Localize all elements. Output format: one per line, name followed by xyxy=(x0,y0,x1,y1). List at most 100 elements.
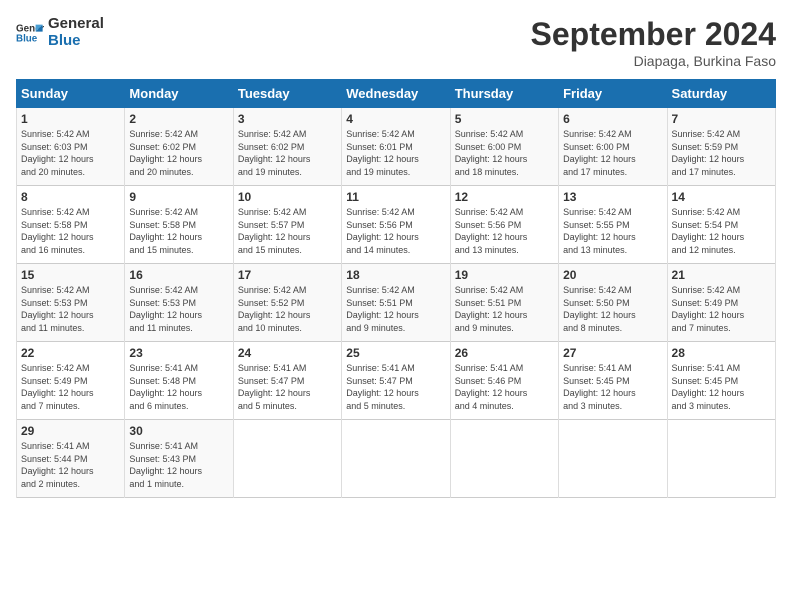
cell-info: Sunrise: 5:42 AM Sunset: 5:51 PM Dayligh… xyxy=(346,284,445,334)
col-saturday: Saturday xyxy=(667,80,775,108)
day-number: 21 xyxy=(672,268,771,282)
calendar-cell: 5 Sunrise: 5:42 AM Sunset: 6:00 PM Dayli… xyxy=(450,108,558,186)
day-number: 8 xyxy=(21,190,120,204)
header: General Blue General Blue September 2024… xyxy=(16,16,776,69)
calendar-cell: 8 Sunrise: 5:42 AM Sunset: 5:58 PM Dayli… xyxy=(17,186,125,264)
day-number: 5 xyxy=(455,112,554,126)
day-number: 6 xyxy=(563,112,662,126)
calendar-cell xyxy=(233,420,341,498)
day-number: 25 xyxy=(346,346,445,360)
day-number: 17 xyxy=(238,268,337,282)
cell-info: Sunrise: 5:42 AM Sunset: 5:49 PM Dayligh… xyxy=(672,284,771,334)
cell-info: Sunrise: 5:42 AM Sunset: 5:50 PM Dayligh… xyxy=(563,284,662,334)
col-monday: Monday xyxy=(125,80,233,108)
cell-info: Sunrise: 5:42 AM Sunset: 6:00 PM Dayligh… xyxy=(563,128,662,178)
cell-info: Sunrise: 5:42 AM Sunset: 6:03 PM Dayligh… xyxy=(21,128,120,178)
page-container: General Blue General Blue September 2024… xyxy=(0,0,792,508)
day-number: 12 xyxy=(455,190,554,204)
calendar-cell: 13 Sunrise: 5:42 AM Sunset: 5:55 PM Dayl… xyxy=(559,186,667,264)
day-number: 19 xyxy=(455,268,554,282)
cell-info: Sunrise: 5:41 AM Sunset: 5:44 PM Dayligh… xyxy=(21,440,120,490)
cell-info: Sunrise: 5:42 AM Sunset: 5:54 PM Dayligh… xyxy=(672,206,771,256)
cell-info: Sunrise: 5:41 AM Sunset: 5:46 PM Dayligh… xyxy=(455,362,554,412)
day-number: 18 xyxy=(346,268,445,282)
day-number: 10 xyxy=(238,190,337,204)
day-number: 14 xyxy=(672,190,771,204)
cell-info: Sunrise: 5:41 AM Sunset: 5:45 PM Dayligh… xyxy=(563,362,662,412)
cell-info: Sunrise: 5:42 AM Sunset: 5:56 PM Dayligh… xyxy=(455,206,554,256)
day-number: 15 xyxy=(21,268,120,282)
col-wednesday: Wednesday xyxy=(342,80,450,108)
calendar-cell: 1 Sunrise: 5:42 AM Sunset: 6:03 PM Dayli… xyxy=(17,108,125,186)
svg-text:Blue: Blue xyxy=(16,33,38,44)
logo-wordmark: General Blue xyxy=(48,16,104,49)
day-number: 4 xyxy=(346,112,445,126)
calendar-cell: 6 Sunrise: 5:42 AM Sunset: 6:00 PM Dayli… xyxy=(559,108,667,186)
week-row-5: 29 Sunrise: 5:41 AM Sunset: 5:44 PM Dayl… xyxy=(17,420,776,498)
day-number: 26 xyxy=(455,346,554,360)
cell-info: Sunrise: 5:41 AM Sunset: 5:48 PM Dayligh… xyxy=(129,362,228,412)
week-row-3: 15 Sunrise: 5:42 AM Sunset: 5:53 PM Dayl… xyxy=(17,264,776,342)
logo-icon: General Blue xyxy=(16,19,44,47)
cell-info: Sunrise: 5:42 AM Sunset: 5:51 PM Dayligh… xyxy=(455,284,554,334)
cell-info: Sunrise: 5:42 AM Sunset: 5:55 PM Dayligh… xyxy=(563,206,662,256)
calendar-cell: 28 Sunrise: 5:41 AM Sunset: 5:45 PM Dayl… xyxy=(667,342,775,420)
calendar-cell xyxy=(450,420,558,498)
calendar-cell: 2 Sunrise: 5:42 AM Sunset: 6:02 PM Dayli… xyxy=(125,108,233,186)
title-block: September 2024 Diapaga, Burkina Faso xyxy=(531,16,776,69)
calendar-cell: 26 Sunrise: 5:41 AM Sunset: 5:46 PM Dayl… xyxy=(450,342,558,420)
calendar-cell: 4 Sunrise: 5:42 AM Sunset: 6:01 PM Dayli… xyxy=(342,108,450,186)
calendar-cell: 22 Sunrise: 5:42 AM Sunset: 5:49 PM Dayl… xyxy=(17,342,125,420)
calendar-cell: 15 Sunrise: 5:42 AM Sunset: 5:53 PM Dayl… xyxy=(17,264,125,342)
cell-info: Sunrise: 5:42 AM Sunset: 5:53 PM Dayligh… xyxy=(129,284,228,334)
cell-info: Sunrise: 5:42 AM Sunset: 6:02 PM Dayligh… xyxy=(238,128,337,178)
week-row-4: 22 Sunrise: 5:42 AM Sunset: 5:49 PM Dayl… xyxy=(17,342,776,420)
day-number: 7 xyxy=(672,112,771,126)
month-title: September 2024 xyxy=(531,16,776,53)
calendar-cell: 27 Sunrise: 5:41 AM Sunset: 5:45 PM Dayl… xyxy=(559,342,667,420)
col-sunday: Sunday xyxy=(17,80,125,108)
calendar-cell: 21 Sunrise: 5:42 AM Sunset: 5:49 PM Dayl… xyxy=(667,264,775,342)
day-number: 20 xyxy=(563,268,662,282)
week-row-1: 1 Sunrise: 5:42 AM Sunset: 6:03 PM Dayli… xyxy=(17,108,776,186)
calendar-cell: 3 Sunrise: 5:42 AM Sunset: 6:02 PM Dayli… xyxy=(233,108,341,186)
calendar-cell: 29 Sunrise: 5:41 AM Sunset: 5:44 PM Dayl… xyxy=(17,420,125,498)
calendar-cell: 11 Sunrise: 5:42 AM Sunset: 5:56 PM Dayl… xyxy=(342,186,450,264)
col-tuesday: Tuesday xyxy=(233,80,341,108)
day-number: 29 xyxy=(21,424,120,438)
calendar-cell: 20 Sunrise: 5:42 AM Sunset: 5:50 PM Dayl… xyxy=(559,264,667,342)
calendar-cell: 30 Sunrise: 5:41 AM Sunset: 5:43 PM Dayl… xyxy=(125,420,233,498)
calendar-cell xyxy=(342,420,450,498)
cell-info: Sunrise: 5:42 AM Sunset: 5:59 PM Dayligh… xyxy=(672,128,771,178)
calendar-cell xyxy=(667,420,775,498)
cell-info: Sunrise: 5:42 AM Sunset: 5:57 PM Dayligh… xyxy=(238,206,337,256)
day-number: 16 xyxy=(129,268,228,282)
day-number: 9 xyxy=(129,190,228,204)
cell-info: Sunrise: 5:42 AM Sunset: 6:00 PM Dayligh… xyxy=(455,128,554,178)
cell-info: Sunrise: 5:42 AM Sunset: 6:01 PM Dayligh… xyxy=(346,128,445,178)
calendar-table: Sunday Monday Tuesday Wednesday Thursday… xyxy=(16,79,776,498)
cell-info: Sunrise: 5:41 AM Sunset: 5:45 PM Dayligh… xyxy=(672,362,771,412)
calendar-cell xyxy=(559,420,667,498)
calendar-cell: 23 Sunrise: 5:41 AM Sunset: 5:48 PM Dayl… xyxy=(125,342,233,420)
col-thursday: Thursday xyxy=(450,80,558,108)
day-number: 28 xyxy=(672,346,771,360)
calendar-cell: 17 Sunrise: 5:42 AM Sunset: 5:52 PM Dayl… xyxy=(233,264,341,342)
cell-info: Sunrise: 5:42 AM Sunset: 5:49 PM Dayligh… xyxy=(21,362,120,412)
day-number: 11 xyxy=(346,190,445,204)
cell-info: Sunrise: 5:42 AM Sunset: 5:53 PM Dayligh… xyxy=(21,284,120,334)
day-number: 22 xyxy=(21,346,120,360)
day-number: 27 xyxy=(563,346,662,360)
cell-info: Sunrise: 5:42 AM Sunset: 6:02 PM Dayligh… xyxy=(129,128,228,178)
calendar-cell: 12 Sunrise: 5:42 AM Sunset: 5:56 PM Dayl… xyxy=(450,186,558,264)
col-friday: Friday xyxy=(559,80,667,108)
calendar-cell: 10 Sunrise: 5:42 AM Sunset: 5:57 PM Dayl… xyxy=(233,186,341,264)
calendar-cell: 16 Sunrise: 5:42 AM Sunset: 5:53 PM Dayl… xyxy=(125,264,233,342)
week-row-2: 8 Sunrise: 5:42 AM Sunset: 5:58 PM Dayli… xyxy=(17,186,776,264)
header-row: Sunday Monday Tuesday Wednesday Thursday… xyxy=(17,80,776,108)
calendar-cell: 9 Sunrise: 5:42 AM Sunset: 5:58 PM Dayli… xyxy=(125,186,233,264)
day-number: 23 xyxy=(129,346,228,360)
calendar-cell: 25 Sunrise: 5:41 AM Sunset: 5:47 PM Dayl… xyxy=(342,342,450,420)
calendar-cell: 7 Sunrise: 5:42 AM Sunset: 5:59 PM Dayli… xyxy=(667,108,775,186)
calendar-cell: 19 Sunrise: 5:42 AM Sunset: 5:51 PM Dayl… xyxy=(450,264,558,342)
